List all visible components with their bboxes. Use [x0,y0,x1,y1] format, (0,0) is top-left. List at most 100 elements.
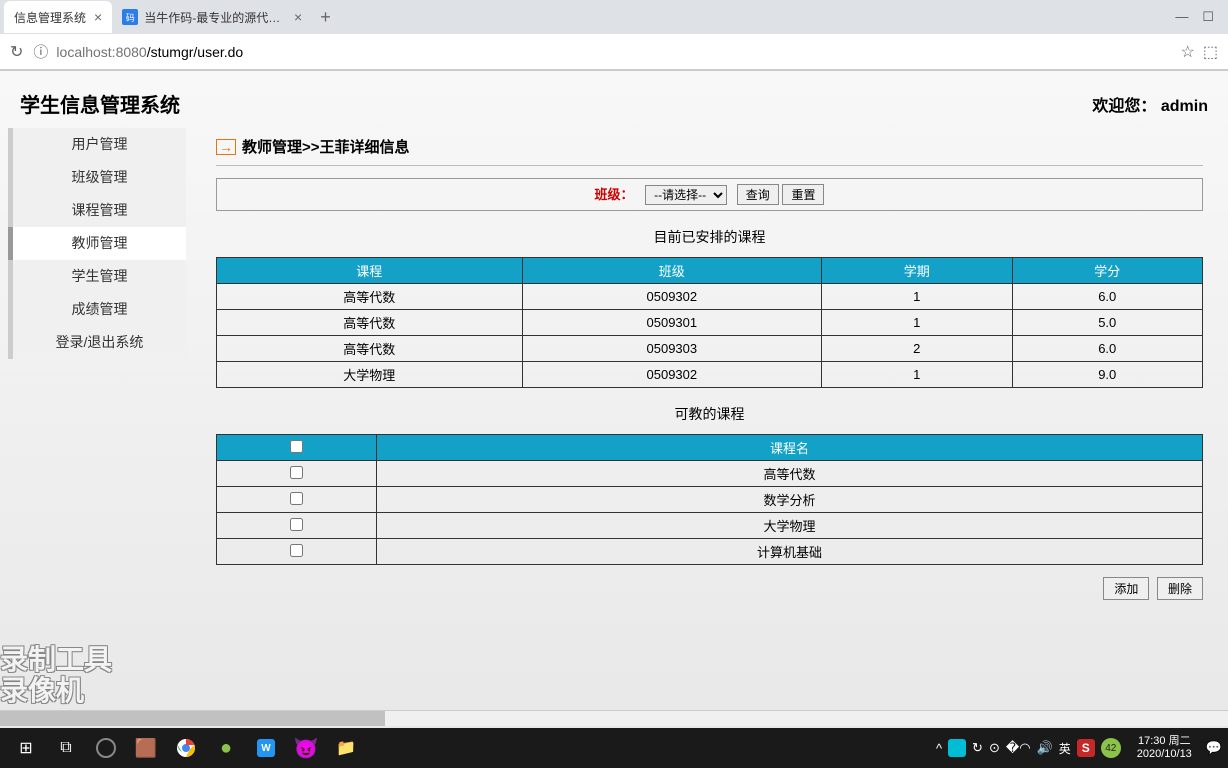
delete-button[interactable]: 删除 [1157,577,1203,600]
sidebar-item-class[interactable]: 班级管理 [8,161,186,194]
bookmark-star-icon[interactable]: ☆ [1181,42,1195,62]
wifi-icon[interactable]: �◠ [1006,740,1031,756]
favicon-icon: 码 [122,9,138,25]
task-view-icon[interactable]: ⧉ [46,728,86,768]
col-course-name: 课程名 [377,435,1203,461]
table-cell: 6.0 [1012,336,1203,362]
start-button[interactable]: ⊞ [6,728,46,768]
filter-panel: 班级： --请选择-- 查询 重置 [216,178,1203,211]
table-cell: 0509303 [522,336,821,362]
reload-icon[interactable]: ↻ [10,42,23,62]
sogou-icon[interactable]: S [1077,739,1095,757]
table-row: 计算机基础 [217,539,1203,565]
row-checkbox[interactable] [290,544,303,557]
sidebar-item-course[interactable]: 课程管理 [8,194,186,227]
table-cell: 1 [822,310,1012,336]
chevron-up-icon[interactable]: ^ [936,741,942,756]
checkbox-cell [217,487,377,513]
browser-tab-active[interactable]: 信息管理系统 × [4,1,112,33]
scroll-thumb[interactable] [0,711,385,726]
system-tray: ^ ↻ ⊙ �◠ 🔊 英 S 42 17:30 周二 2020/10/13 💬 [936,735,1222,761]
course-name-cell: 高等代数 [377,461,1203,487]
table-cell: 5.0 [1012,310,1203,336]
col-checkbox [217,435,377,461]
table-row: 大学物理050930219.0 [217,362,1203,388]
tray-icon[interactable] [948,739,966,757]
table-cell: 高等代数 [217,336,523,362]
table-cell: 高等代数 [217,310,523,336]
col-term: 学期 [822,258,1012,284]
reset-button[interactable]: 重置 [782,184,824,205]
current-user: admin [1161,98,1208,115]
info-icon[interactable]: ⓘ [33,41,48,62]
breadcrumb: → 教师管理>>王菲详细信息 [216,128,1203,166]
search-icon[interactable] [86,728,126,768]
bluetooth-icon[interactable]: ⊙ [989,740,1000,756]
address-bar: ↻ ⓘ localhost:8080/stumgr/user.do ☆ ⬚ [0,34,1228,70]
row-checkbox[interactable] [290,466,303,479]
browser-chrome: 信息管理系统 × 码 当牛作码-最专业的源代码分享网 × + — ☐ ↻ ⓘ l… [0,0,1228,71]
extension-icon[interactable]: ⬚ [1203,42,1218,62]
checkbox-cell [217,461,377,487]
sidebar-item-grade[interactable]: 成绩管理 [8,293,186,326]
query-button[interactable]: 查询 [737,184,779,205]
class-select[interactable]: --请选择-- [645,185,727,205]
col-course: 课程 [217,258,523,284]
filter-label: 班级： [595,187,634,202]
welcome-text: 欢迎您： admin [1092,92,1208,116]
row-checkbox[interactable] [290,518,303,531]
app-header: 学生信息管理系统 欢迎您： admin [0,71,1228,128]
close-icon[interactable]: × [294,9,302,25]
table-cell: 6.0 [1012,284,1203,310]
table-cell: 9.0 [1012,362,1203,388]
table-cell: 0509302 [522,362,821,388]
table-cell: 1 [822,284,1012,310]
window-controls: — ☐ [1175,9,1224,25]
app-title: 学生信息管理系统 [20,89,180,118]
table-cell: 0509302 [522,284,821,310]
row-checkbox[interactable] [290,492,303,505]
chrome-icon[interactable] [166,728,206,768]
checkbox-cell [217,539,377,565]
table-row: 高等代数 [217,461,1203,487]
add-button[interactable]: 添加 [1103,577,1149,600]
table-cell: 大学物理 [217,362,523,388]
close-icon[interactable]: × [94,9,102,25]
table-row: 大学物理 [217,513,1203,539]
sidebar-item-student[interactable]: 学生管理 [8,260,186,293]
horizontal-scrollbar[interactable] [0,710,1228,726]
sidebar-item-logout[interactable]: 登录/退出系统 [8,326,186,359]
minimize-icon[interactable]: — [1175,9,1188,25]
wps-icon[interactable]: W [246,728,286,768]
course-name-cell: 数学分析 [377,487,1203,513]
maximize-icon[interactable]: ☐ [1202,9,1214,25]
volume-icon[interactable]: 🔊 [1037,740,1053,756]
clock[interactable]: 17:30 周二 2020/10/13 [1137,735,1192,761]
explorer-icon[interactable]: 📁 [326,728,366,768]
app-icon[interactable]: 🟫 [126,728,166,768]
table-row: 数学分析 [217,487,1203,513]
table-row: 高等代数050930326.0 [217,336,1203,362]
url-text: localhost:8080/stumgr/user.do [56,44,1172,60]
sidebar-item-teacher[interactable]: 教师管理 [8,227,186,260]
tab-title: 当牛作码-最专业的源代码分享网 [144,9,286,26]
sync-icon[interactable]: ↻ [972,740,983,756]
badge-icon[interactable]: 42 [1101,738,1121,758]
app-icon[interactable]: ● [206,728,246,768]
checkbox-cell [217,513,377,539]
course-name-cell: 大学物理 [377,513,1203,539]
table-cell: 0509301 [522,310,821,336]
notification-icon[interactable]: 💬 [1206,740,1222,756]
app-icon[interactable]: 😈 [286,728,326,768]
select-all-checkbox[interactable] [290,440,303,453]
browser-tab[interactable]: 码 当牛作码-最专业的源代码分享网 × [112,1,312,33]
ime-indicator[interactable]: 英 [1059,740,1071,757]
url-container[interactable]: ⓘ localhost:8080/stumgr/user.do ☆ ⬚ [33,41,1218,62]
table-cell: 1 [822,362,1012,388]
main-content: → 教师管理>>王菲详细信息 班级： --请选择-- 查询 重置 目前已安排的课… [216,128,1228,600]
sidebar-item-user[interactable]: 用户管理 [8,128,186,161]
new-tab-button[interactable]: + [312,7,339,28]
tab-bar: 信息管理系统 × 码 当牛作码-最专业的源代码分享网 × + — ☐ [0,0,1228,34]
sidebar: 用户管理 班级管理 课程管理 教师管理 学生管理 成绩管理 登录/退出系统 [8,128,186,600]
table-cell: 2 [822,336,1012,362]
